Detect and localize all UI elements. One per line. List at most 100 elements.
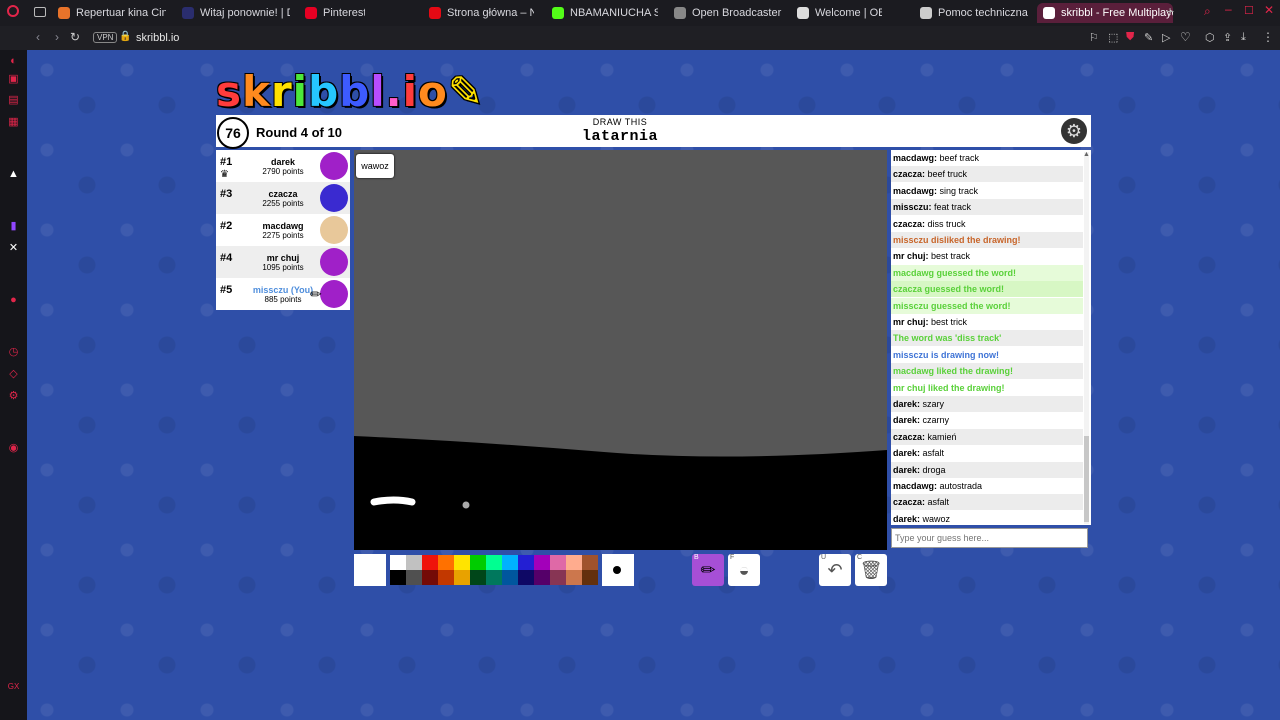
- browser-tab[interactable]: Welcome | OBS: [797, 3, 882, 23]
- forward-icon[interactable]: ›: [55, 30, 59, 44]
- color-swatch[interactable]: [422, 555, 438, 570]
- tab-favicon-icon: [429, 7, 441, 19]
- share-icon[interactable]: ⇪: [1223, 31, 1232, 44]
- color-swatch[interactable]: [534, 555, 550, 570]
- reload-icon[interactable]: ↻: [70, 30, 80, 44]
- color-swatch[interactable]: [566, 570, 582, 585]
- extensions-icon[interactable]: ⬡: [1205, 31, 1215, 44]
- settings-icon[interactable]: ⚙: [7, 390, 20, 403]
- music-icon[interactable]: ●: [7, 294, 20, 307]
- url-text[interactable]: skribbl.io: [136, 32, 179, 44]
- color-swatch[interactable]: [454, 570, 470, 585]
- chat-user: darek: [893, 513, 918, 524]
- settings-gear-icon[interactable]: ⚙: [1061, 118, 1087, 144]
- cube-icon[interactable]: ◇: [7, 368, 20, 381]
- color-swatch[interactable]: [438, 555, 454, 570]
- video-icon[interactable]: ▤: [7, 94, 20, 107]
- pin-icon[interactable]: ✎: [1144, 31, 1153, 44]
- heart-icon[interactable]: ♡: [1180, 30, 1191, 44]
- browser-tab[interactable]: skribbl - Free Multiplayer: [1037, 3, 1173, 23]
- menu-icon[interactable]: ⋮: [1262, 30, 1274, 44]
- color-swatch[interactable]: [470, 570, 486, 585]
- guess-input[interactable]: [891, 528, 1088, 548]
- browser-tab[interactable]: NBAMANIUCHA Stream: [552, 3, 658, 23]
- download-icon[interactable]: ⤓: [1241, 31, 1246, 44]
- drawing-canvas[interactable]: [354, 150, 887, 550]
- color-swatch[interactable]: [566, 555, 582, 570]
- discord-icon[interactable]: ◉: [7, 442, 20, 455]
- color-swatch[interactable]: [454, 555, 470, 570]
- color-swatch[interactable]: [422, 570, 438, 585]
- color-swatch[interactable]: [550, 570, 566, 585]
- undo-icon: ↶: [827, 560, 843, 580]
- color-swatch[interactable]: [470, 555, 486, 570]
- bookmark-icon[interactable]: ⚐: [1089, 31, 1099, 44]
- chat-text: diss truck: [927, 218, 966, 229]
- minimize-icon[interactable]: –: [1225, 2, 1232, 16]
- browser-tab[interactable]: Open Broadcaster Softw: [674, 3, 782, 23]
- chat-scrollbar-thumb[interactable]: [1084, 436, 1089, 522]
- clear-button[interactable]: C 🗑: [855, 554, 887, 586]
- tab-title: Pinterest: [323, 7, 365, 19]
- maximize-icon[interactable]: ☐: [1244, 4, 1254, 17]
- gx-icon[interactable]: GX: [7, 680, 20, 693]
- color-swatch[interactable]: [502, 555, 518, 570]
- history-icon[interactable]: ◷: [7, 346, 20, 359]
- opera-logo-icon[interactable]: [7, 5, 19, 17]
- fill-tool-button[interactable]: F ◒: [728, 554, 760, 586]
- chat-scroll-up-icon[interactable]: ▲: [1083, 151, 1090, 158]
- aria-ai-icon[interactable]: ▲: [7, 168, 20, 181]
- chat-user: darek: [893, 448, 918, 459]
- color-swatch[interactable]: [486, 555, 502, 570]
- tab-title: Repertuar kina Cinema C: [76, 7, 166, 19]
- play-icon[interactable]: ▷: [1162, 31, 1170, 44]
- aria-icon[interactable]: ◐: [7, 55, 20, 68]
- browser-tab[interactable]: Witaj ponownie! | Disney: [182, 3, 290, 23]
- color-swatch[interactable]: [502, 570, 518, 585]
- color-swatch[interactable]: [406, 570, 422, 585]
- chat-message: mr chuj: best track: [893, 251, 971, 262]
- color-swatch[interactable]: [438, 570, 454, 585]
- browser-tab[interactable]: Repertuar kina Cinema C: [58, 3, 166, 23]
- twitch-icon[interactable]: ▮: [7, 220, 20, 233]
- player-row[interactable]: #3 czacza 2255 points: [216, 182, 350, 214]
- search-icon[interactable]: ⌕: [1204, 4, 1211, 19]
- color-swatch[interactable]: [406, 555, 422, 570]
- chat-message: macdawg: beef track: [893, 153, 980, 163]
- browser-tab[interactable]: Strona główna – Netflix: [429, 3, 534, 23]
- color-swatch[interactable]: [534, 570, 550, 585]
- player-points: 2255 points: [262, 199, 304, 208]
- player-row[interactable]: #5 missczu (You) 885 points ✏: [216, 278, 350, 310]
- tab-favicon-icon: [1043, 7, 1055, 19]
- color-swatch[interactable]: [518, 555, 534, 570]
- shield-icon[interactable]: ⛊: [1126, 31, 1134, 44]
- close-window-icon[interactable]: ✕: [1264, 3, 1274, 17]
- vpn-badge[interactable]: VPN: [93, 32, 118, 43]
- color-swatch[interactable]: [518, 570, 534, 585]
- round-timer: 76: [217, 117, 249, 149]
- color-swatch[interactable]: [390, 555, 406, 570]
- undo-button[interactable]: U ↶: [819, 554, 851, 586]
- color-swatch[interactable]: [582, 570, 598, 585]
- tab-list-icon[interactable]: [34, 7, 46, 17]
- chat-message: czacza: kamień: [891, 428, 1083, 445]
- wallet-icon[interactable]: ▦: [7, 116, 20, 129]
- pencil-tool-button[interactable]: B ✏: [692, 554, 724, 586]
- color-swatch[interactable]: [390, 570, 406, 585]
- color-swatch[interactable]: [550, 555, 566, 570]
- new-tab-icon[interactable]: +: [1166, 3, 1174, 19]
- x-icon[interactable]: ✕: [7, 242, 20, 255]
- color-swatch[interactable]: [486, 570, 502, 585]
- browser-tab[interactable]: Pinterest: [305, 3, 365, 23]
- snapshot-icon[interactable]: ⬚: [1108, 31, 1118, 44]
- player-row[interactable]: #4 mr chuj 1095 points: [216, 246, 350, 278]
- back-icon[interactable]: ‹: [36, 30, 40, 44]
- player-row[interactable]: #2 macdawg 2275 points: [216, 214, 350, 246]
- briefcase-icon[interactable]: ▣: [7, 73, 20, 86]
- player-row[interactable]: #1 ♛ darek 2790 points: [216, 150, 350, 182]
- browser-sidebar: ◐ ▣ ▤ ▦ ▲ ▮ ✕ ● ◷ ◇ ⚙ ◉ GX: [0, 50, 27, 720]
- chat-text: beef track: [939, 153, 980, 163]
- color-swatch[interactable]: [582, 555, 598, 570]
- browser-tab[interactable]: Pomoc techniczna Steam: [920, 3, 1028, 23]
- tab-title: NBAMANIUCHA Stream: [570, 7, 658, 19]
